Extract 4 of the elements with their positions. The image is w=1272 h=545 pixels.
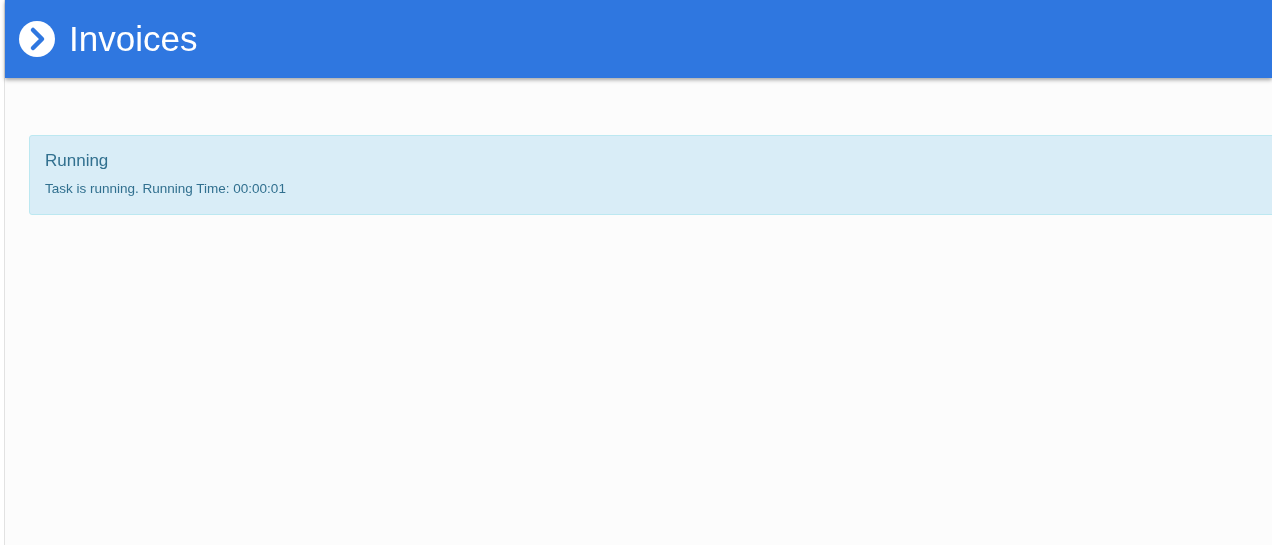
alert-title: Running [45, 150, 109, 172]
page-title: Invoices [69, 20, 198, 58]
alert-message: Task is running. Running Time: 00:00:01 [45, 180, 286, 198]
chevron-circle-icon [19, 21, 55, 57]
